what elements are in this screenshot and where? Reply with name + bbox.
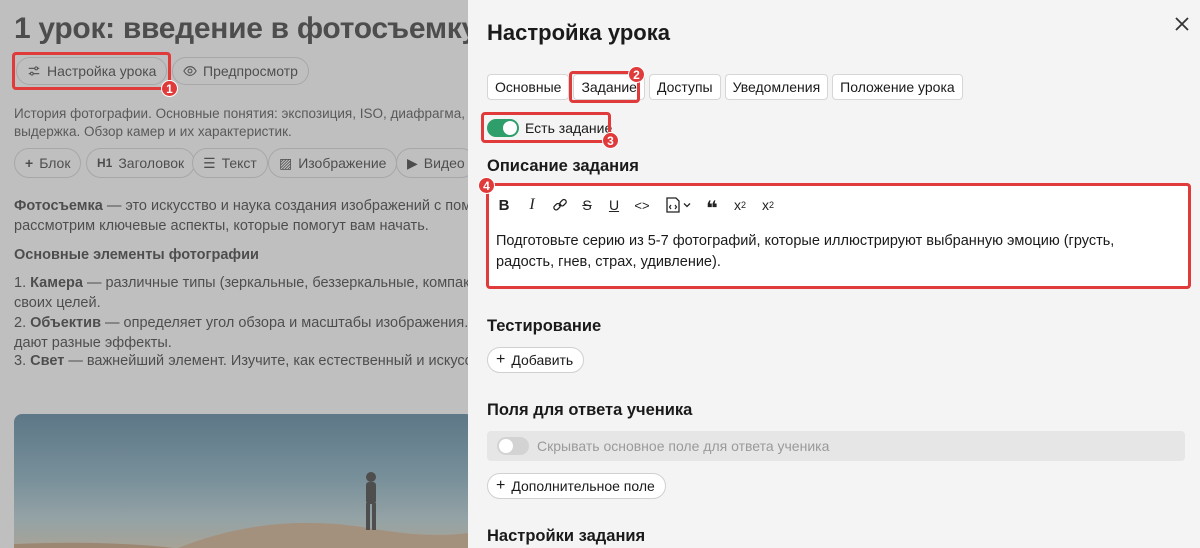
lesson-settings-drawer: Настройка урока Основные Задание Доступы…	[468, 0, 1200, 548]
callout-box-4	[486, 183, 1191, 289]
add-test-label: Добавить	[511, 352, 574, 368]
tab-basic[interactable]: Основные	[487, 74, 570, 100]
tab-notifications[interactable]: Уведомления	[724, 74, 829, 100]
callout-badge-3: 3	[602, 132, 619, 149]
add-test-button[interactable]: + Добавить	[487, 347, 585, 373]
tab-access[interactable]: Доступы	[648, 74, 721, 100]
tab-lesson-position[interactable]: Положение урока	[832, 74, 963, 100]
lesson-page: 1 урок: введение в фотосъемку Настройка …	[0, 0, 468, 548]
extra-field-label: Дополнительное поле	[511, 478, 655, 494]
plus-icon: +	[496, 351, 506, 368]
plus-icon: +	[496, 477, 506, 494]
callout-box-3	[481, 112, 611, 143]
hide-main-field-toggle[interactable]	[497, 437, 529, 455]
task-settings-title: Настройки задания	[487, 527, 646, 545]
task-description-title: Описание задания	[487, 157, 639, 175]
callout-box-1	[12, 52, 171, 90]
answer-fields-title: Поля для ответа ученика	[487, 401, 693, 419]
hide-main-field-label: Скрывать основное поле для ответа ученик…	[537, 438, 830, 454]
callout-badge-1: 1	[161, 80, 178, 97]
close-icon[interactable]	[1172, 14, 1192, 34]
drawer-title: Настройка урока	[487, 20, 670, 45]
callout-badge-4: 4	[478, 177, 495, 194]
settings-tabs: Основные Задание Доступы Уведомления Пол…	[487, 74, 963, 100]
callout-badge-2: 2	[628, 66, 645, 83]
add-extra-field-button[interactable]: + Дополнительное поле	[487, 473, 666, 499]
hide-main-field-row[interactable]: Скрывать основное поле для ответа ученик…	[487, 431, 1185, 461]
testing-title: Тестирование	[487, 317, 602, 335]
